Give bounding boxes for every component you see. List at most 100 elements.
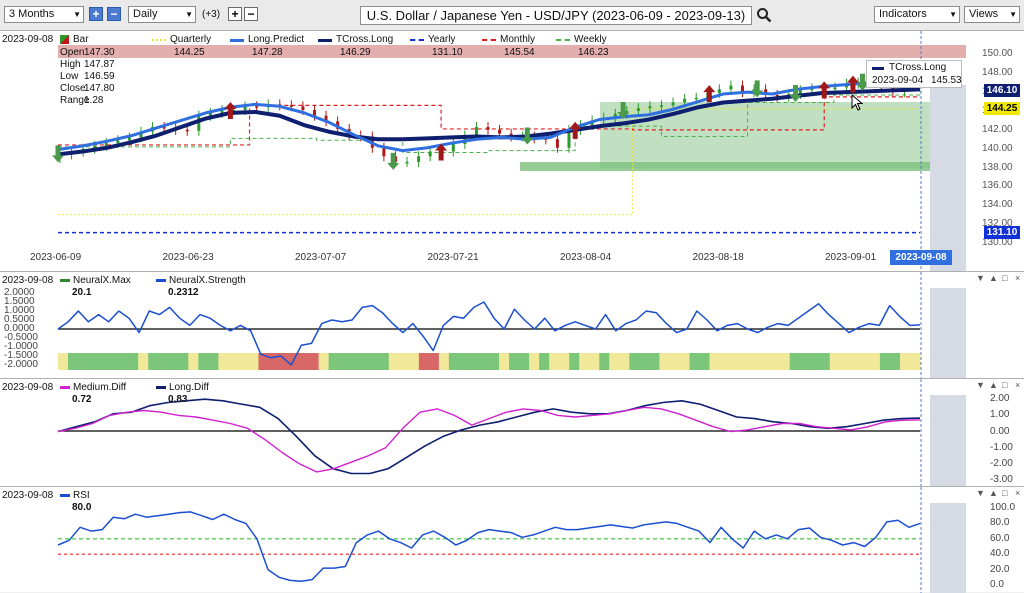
legend-value: 145.54 (504, 47, 535, 58)
close-icon[interactable]: × (1015, 488, 1020, 498)
range-select[interactable]: 3 Months ▼ (4, 6, 84, 23)
neuralx-max-bar (98, 353, 109, 370)
legend-swatch (152, 39, 166, 41)
neuralx-max-bar (759, 353, 771, 370)
neuralx-max-bar (619, 353, 630, 370)
ohlc-label: High (60, 59, 81, 70)
move-down-icon[interactable]: ▼ (976, 380, 985, 390)
candle (289, 105, 293, 107)
move-up-icon[interactable]: ▲ (989, 273, 998, 283)
neuralx-max-bar (348, 353, 360, 370)
axis-tick-label: 80.0 (990, 517, 1010, 529)
candle (683, 98, 687, 103)
neural-chart[interactable] (0, 272, 1024, 379)
diff-chart[interactable] (0, 379, 1024, 487)
neuralx-max-bar (859, 353, 871, 370)
plus-icon: + (92, 7, 100, 21)
axis-tick-label: -3.00 (990, 474, 1013, 485)
neuralx-max-bar (118, 353, 129, 370)
candle (648, 106, 652, 109)
neuralx-max-bar (218, 353, 229, 370)
legend-name: Monthly (500, 34, 536, 45)
zoom-out-button[interactable]: − (107, 7, 121, 21)
candle (104, 143, 108, 146)
legend-value: 0.83 (168, 394, 188, 405)
date-tick-label: 2023-06-23 (162, 252, 214, 263)
neuralx-max-bar (368, 353, 380, 370)
neuralx-max-bar (779, 353, 791, 370)
move-down-icon[interactable]: ▼ (976, 273, 985, 283)
chevron-down-icon: ▼ (185, 10, 193, 19)
candle (694, 97, 698, 100)
neuralx-max-bar (819, 353, 831, 370)
close-icon[interactable]: × (1015, 380, 1020, 390)
neuralx-max-bar (899, 353, 911, 370)
price-tag: 146.10 (984, 84, 1020, 98)
axis-tick-label: 1.00 (990, 409, 1010, 421)
neuralx-max-bar (669, 353, 680, 370)
cursor-date-tag: 2023-09-08 (890, 250, 952, 265)
add-indicator-button[interactable]: + (228, 7, 242, 21)
rsi-chart[interactable] (0, 487, 1024, 593)
axis-tick-label: 140.00 (982, 142, 1013, 154)
close-icon[interactable]: × (1015, 273, 1020, 283)
candle (636, 108, 640, 111)
maximize-icon[interactable]: □ (1002, 488, 1007, 498)
legend-swatch (482, 39, 496, 41)
search-icon[interactable] (756, 7, 772, 23)
plus-icon: + (231, 7, 239, 21)
neuralx-max-bar (529, 353, 540, 370)
neuralx-max-bar (569, 353, 580, 370)
neuralx-max-bar (238, 353, 249, 370)
bar-icon (60, 35, 69, 44)
chart-title[interactable]: U.S. Dollar / Japanese Yen - USD/JPY (20… (360, 6, 752, 25)
diff-panel: 2023-09-08 Medium.Diff 0.72 Long.Diff 0.83 … (0, 378, 1024, 487)
neuralx-max-bar (599, 353, 610, 370)
neuralx-max-bar (308, 353, 320, 370)
axis-tick-label: 60.0 (990, 532, 1010, 544)
buy-signal-arrow (751, 80, 764, 98)
neuralx-max-bar (879, 353, 891, 370)
legend-swatch (556, 39, 570, 41)
neuralx-max-bar (549, 353, 560, 370)
legend-swatch (156, 386, 166, 389)
candle (255, 106, 259, 108)
candle (717, 89, 721, 94)
future-zone (930, 288, 966, 379)
chevron-down-icon: ▼ (1009, 10, 1017, 19)
indicators-select[interactable]: Indicators ▼ (874, 6, 960, 23)
indicators-label: Indicators (879, 8, 927, 20)
maximize-icon[interactable]: □ (1002, 273, 1007, 283)
sell-signal-arrow (818, 81, 831, 99)
axis-tick-label: -2.0000 (4, 359, 38, 370)
candle (474, 127, 478, 136)
axis-tick-label: 142.00 (982, 123, 1013, 135)
neuralx-max-bar (428, 353, 440, 370)
legend-swatch (156, 279, 166, 282)
interval-select[interactable]: Daily ▼ (128, 6, 196, 23)
move-up-icon[interactable]: ▲ (989, 380, 998, 390)
remove-indicator-button[interactable]: − (244, 7, 258, 21)
neuralx-max-bar (749, 353, 761, 370)
maximize-icon[interactable]: □ (1002, 380, 1007, 390)
legend-name: Quarterly (170, 34, 212, 45)
legend-name: NeuralX.Strength (169, 275, 246, 286)
neuralx-max-bar (338, 353, 350, 370)
legend-value: 144.25 (174, 47, 205, 58)
views-select[interactable]: Views ▼ (964, 6, 1020, 23)
move-up-icon[interactable]: ▲ (989, 488, 998, 498)
views-label: Views (969, 8, 999, 20)
legend-value: 20.1 (72, 287, 92, 298)
legend-value: 147.28 (252, 47, 283, 58)
legend-name: NeuralX.Max (73, 275, 131, 286)
neuralx-max-bar (318, 353, 330, 370)
neuralx-max-bar (388, 353, 400, 370)
neuralx-max-bar (629, 353, 640, 370)
legend-swatch (318, 39, 332, 42)
neuralx-max-bar (128, 353, 139, 370)
candle (382, 147, 386, 157)
move-down-icon[interactable]: ▼ (976, 488, 985, 498)
neuralx-max-bar (699, 353, 711, 370)
zoom-in-button[interactable]: + (89, 7, 103, 21)
legend-swatch (60, 386, 70, 389)
